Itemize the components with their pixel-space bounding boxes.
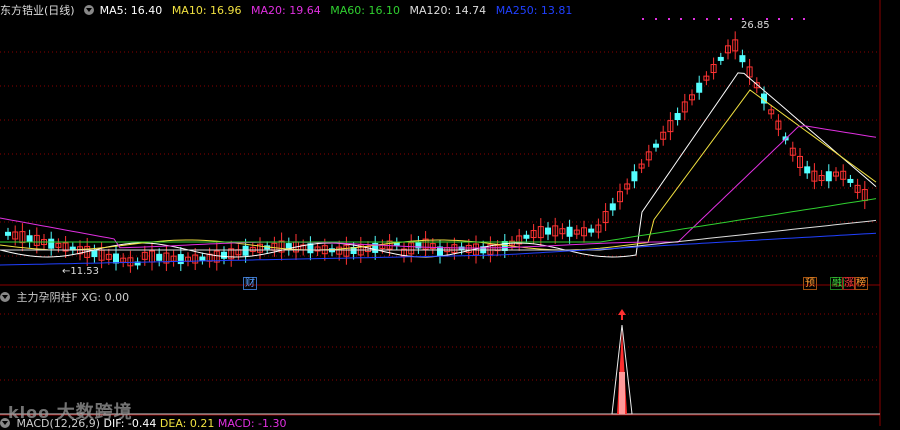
ma250-label: MA250: 13.81 [495, 4, 573, 17]
macd-dea: DEA: 0.21 [159, 417, 215, 430]
ma5-label: MA5: 16.40 [99, 4, 163, 17]
candle-body [48, 238, 55, 249]
signal-dots [642, 18, 805, 20]
indicator-spike [611, 309, 633, 415]
signal-dot [706, 18, 708, 20]
signal-dot [680, 18, 682, 20]
high-price-label: 26.85 [741, 20, 770, 31]
candle-body [588, 228, 595, 233]
candle-body [545, 227, 551, 235]
candle-body [825, 171, 832, 182]
candle-body [717, 56, 724, 61]
watermark: kloo 大数跨境 [8, 398, 133, 424]
low-price-label: ←11.53 [62, 266, 100, 277]
candle-body [674, 113, 681, 121]
signal-dot [655, 18, 657, 20]
ma120-label: MA120: 14.74 [409, 4, 487, 17]
signal-dot [693, 18, 695, 20]
cai-badge[interactable]: 财 [243, 277, 257, 290]
ma-legend: 东方锆业(日线) MA5: 16.40 MA10: 16.96 MA20: 19… [0, 2, 578, 18]
candle-body [739, 55, 746, 63]
moving-average-lines [0, 72, 877, 266]
chart-grid [0, 0, 881, 426]
candle-body [113, 253, 119, 264]
spike-bar [619, 372, 625, 414]
macd-value: MACD: -1.30 [217, 417, 287, 430]
candle-body [156, 253, 163, 261]
candlestick-chart[interactable] [0, 0, 900, 426]
candles [5, 31, 868, 273]
candle-body [177, 254, 184, 265]
candle-body [5, 231, 11, 236]
signal-dot [642, 18, 644, 20]
ma10-label: MA10: 16.96 [171, 4, 242, 17]
ma20-label: MA20: 19.64 [251, 4, 321, 17]
ma20-line [0, 125, 877, 249]
candle-body [847, 178, 854, 183]
sub-settings-icon[interactable] [0, 292, 10, 302]
bang-badge[interactable]: 榜 [854, 277, 868, 290]
signal-dot [778, 18, 780, 20]
watermark-text: 大数跨境 [56, 402, 133, 423]
sub-indicator-label[interactable]: 主力孕阴柱F XG: 0.00 [17, 291, 130, 304]
candle-body [631, 171, 638, 182]
candle-body [653, 143, 659, 148]
stock-name[interactable]: 东方锆业(日线) [0, 4, 75, 17]
ma10-line [0, 89, 877, 251]
signal-dot [668, 18, 670, 20]
candle-body [609, 203, 616, 211]
ma60-line [0, 198, 877, 243]
watermark-logo-icon: kloo [8, 403, 57, 422]
ma120-line [0, 219, 877, 251]
candle-body [242, 245, 249, 256]
candle-body [804, 166, 811, 174]
ma60-label: MA60: 16.10 [330, 4, 400, 17]
signal-dot [718, 18, 720, 20]
candle-body [696, 82, 703, 93]
yu-badge[interactable]: 预 [803, 277, 817, 290]
candle-body [523, 234, 530, 239]
candle-body [566, 226, 573, 237]
signal-dot [730, 18, 732, 20]
candle-body [199, 256, 206, 261]
candle-body [91, 250, 98, 258]
candle-body [221, 251, 227, 259]
signal-dot [803, 18, 805, 20]
ma5-line [0, 72, 877, 258]
candle-body [437, 246, 443, 257]
settings-icon[interactable] [84, 5, 95, 15]
sub-indicator-legend: 主力孕阴柱F XG: 0.00 [0, 289, 129, 305]
signal-dot [791, 18, 793, 20]
candle-body [26, 235, 33, 243]
